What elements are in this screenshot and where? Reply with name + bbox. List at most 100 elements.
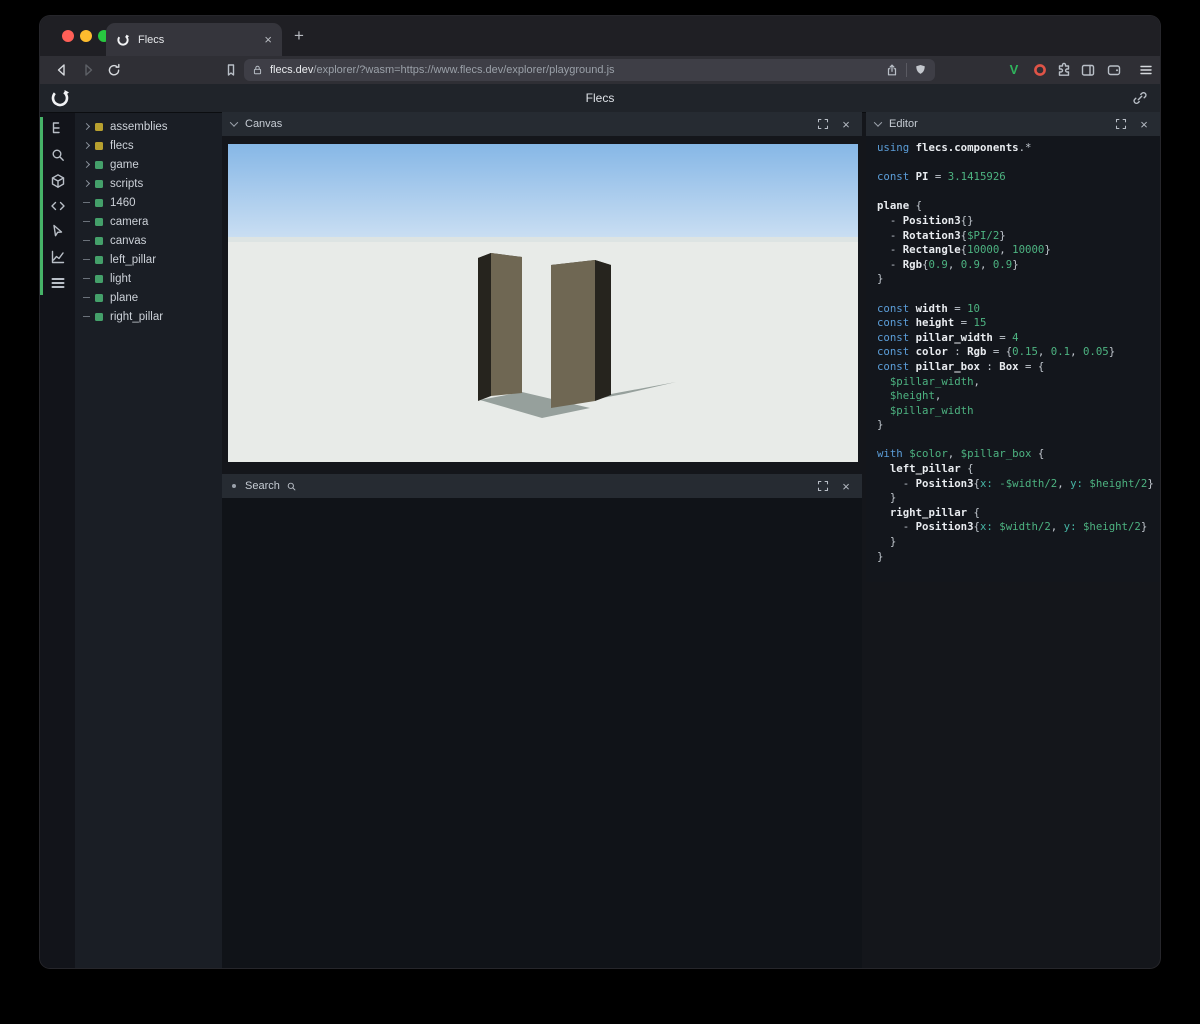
chevron-down-icon[interactable] [873, 118, 883, 127]
tree-item-light[interactable]: light [75, 269, 222, 288]
extension-v-icon[interactable]: V [1006, 62, 1022, 77]
code-line: - Position3{} [877, 213, 974, 227]
extensions-puzzle-icon[interactable] [1056, 62, 1072, 78]
code-line: $height, [889, 389, 942, 403]
editor-panel-title: Editor [889, 118, 918, 130]
share-link-icon[interactable] [1132, 90, 1148, 106]
expand-chevron-icon[interactable] [82, 122, 91, 131]
3d-scene-canvas[interactable] [228, 144, 858, 462]
code-line: } [877, 272, 884, 286]
extension-ring-icon[interactable] [1032, 62, 1048, 78]
tree-item-label: right_pillar [110, 310, 164, 323]
wallet-icon[interactable] [1106, 62, 1122, 78]
code-line: - Rectangle{10000, 10000} [877, 243, 1051, 257]
new-tab-button[interactable]: + [294, 26, 304, 46]
reload-button-icon[interactable] [106, 62, 122, 78]
tree-item-game[interactable]: game [75, 155, 222, 174]
horizon [228, 237, 858, 242]
left-pillar-side [478, 253, 491, 401]
leaf-dash-icon [83, 316, 90, 317]
code-line: - Position3{x: -$width/2, y: $height/2} [877, 476, 1154, 490]
chart-icon[interactable] [50, 249, 66, 265]
back-button-icon[interactable] [54, 62, 70, 78]
leaf-dash-icon [83, 259, 90, 260]
entity-tree-icon[interactable] [50, 120, 66, 136]
code-icon[interactable] [50, 198, 66, 214]
cube-icon[interactable] [50, 173, 66, 189]
code-line: left_pillar { [889, 462, 974, 476]
macos-minimize-button[interactable] [80, 30, 92, 42]
search-panel-header[interactable]: Search × [222, 474, 862, 498]
editor-panel-header[interactable]: Editor × [866, 112, 1160, 136]
rows-icon[interactable] [50, 275, 66, 291]
tree-item-label: light [110, 272, 132, 285]
tab-close-icon[interactable]: × [264, 33, 272, 46]
tree-item-right_pillar[interactable]: right_pillar [75, 307, 222, 326]
code-line: } [877, 535, 897, 549]
tree-item-label: flecs [110, 139, 134, 152]
editor-close-button[interactable]: × [1136, 116, 1152, 132]
code-line: right_pillar { [889, 505, 980, 519]
lock-icon [253, 65, 262, 75]
canvas-expand-button[interactable] [815, 116, 831, 132]
sky [228, 144, 858, 240]
tree-item-canvas[interactable]: canvas [75, 231, 222, 250]
macos-close-button[interactable] [62, 30, 74, 42]
editor-expand-button[interactable] [1113, 116, 1129, 132]
canvas-panel-title: Canvas [245, 118, 283, 130]
address-bar[interactable]: flecs.dev/explorer/?wasm=https://www.fle… [244, 59, 935, 81]
leaf-dash-icon [83, 221, 90, 222]
entity-kind-square [95, 255, 103, 264]
app-title: Flecs [585, 91, 615, 105]
entity-kind-square [95, 217, 103, 226]
canvas-panel-header[interactable]: Canvas × [222, 112, 862, 136]
code-line: plane { [877, 199, 923, 213]
search-magnifier-icon [287, 482, 296, 490]
tree-item-scripts[interactable]: scripts [75, 174, 222, 193]
forward-button-icon[interactable] [80, 62, 96, 78]
code-line: } [877, 418, 884, 432]
search-close-button[interactable]: × [838, 478, 854, 494]
tree-item-left_pillar[interactable]: left_pillar [75, 250, 222, 269]
active-panel-indicator [40, 117, 43, 295]
code-line: const height = 15 [877, 316, 987, 330]
search-panel-title: Search [245, 480, 280, 492]
tree-item-camera[interactable]: camera [75, 212, 222, 231]
expand-chevron-icon[interactable] [82, 160, 91, 169]
browser-tab-flecs[interactable]: Flecs × [106, 23, 282, 56]
search-icon[interactable] [50, 147, 66, 163]
app-header: Flecs [40, 84, 1160, 113]
leaf-dash-icon [83, 202, 90, 203]
chevron-down-icon[interactable] [229, 118, 239, 127]
entity-kind-square [95, 179, 103, 188]
tree-item-label: assemblies [110, 120, 168, 133]
sidebar-panel-icon[interactable] [1080, 62, 1096, 78]
tree-item-1460[interactable]: 1460 [75, 193, 222, 212]
expand-chevron-icon[interactable] [82, 179, 91, 188]
tree-item-label: scripts [110, 177, 144, 190]
tree-item-label: 1460 [110, 196, 136, 209]
tree-item-flecs[interactable]: flecs [75, 136, 222, 155]
canvas-close-button[interactable]: × [838, 116, 854, 132]
code-line: const pillar_box : Box = { [877, 359, 1045, 373]
brave-shield-icon[interactable] [914, 63, 927, 77]
tree-item-plane[interactable]: plane [75, 288, 222, 307]
entity-kind-square [95, 160, 103, 169]
bookmark-icon[interactable] [223, 62, 239, 78]
expand-chevron-icon[interactable] [82, 141, 91, 150]
menu-hamburger-icon[interactable] [1138, 62, 1154, 78]
tree-item-label: plane [110, 291, 139, 304]
url-text: flecs.dev/explorer/?wasm=https://www.fle… [270, 64, 885, 76]
code-editor-content[interactable]: using flecs.components.* const PI = 3.14… [866, 136, 1160, 582]
entity-kind-square [95, 198, 103, 207]
entity-kind-square [95, 293, 103, 302]
tree-item-assemblies[interactable]: assemblies [75, 117, 222, 136]
tree-item-label: left_pillar [110, 253, 157, 266]
share-icon[interactable] [885, 63, 899, 77]
divider [906, 63, 907, 77]
search-expand-button[interactable] [815, 478, 831, 494]
select-cursor-icon[interactable] [50, 223, 66, 239]
